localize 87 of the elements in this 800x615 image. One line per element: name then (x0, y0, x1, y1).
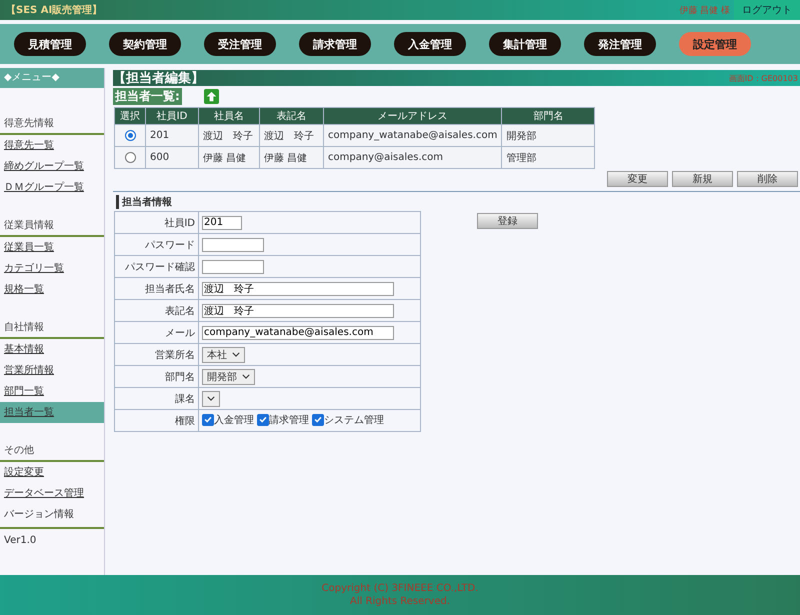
screen-id: 画面ID：GE00103 (728, 72, 798, 84)
sidebar-item[interactable]: データベース管理 (0, 483, 104, 504)
input-field[interactable]: company_watanabe@aisales.com (202, 326, 394, 340)
field-label: 社員ID (114, 212, 198, 234)
logout-button[interactable]: ログアウト (734, 0, 800, 20)
section-heading: 従業員情報 (0, 212, 104, 237)
copyright-text: All Rights Reserved. (350, 595, 450, 608)
table-cell: 600 (146, 146, 198, 168)
column-header: 表記名 (260, 108, 324, 124)
nav-tab[interactable]: 受注管理 (204, 32, 276, 56)
chevron-down-icon (207, 396, 215, 401)
sidebar-item[interactable]: 営業所情報 (0, 360, 104, 381)
up-arrow-icon[interactable] (204, 89, 219, 104)
column-header: 社員ID (146, 108, 198, 124)
sidebar-title: ◆メニュー◆ (0, 68, 104, 88)
field-label: 課名 (114, 388, 198, 410)
nav-tab[interactable]: 発注管理 (584, 32, 656, 56)
section-heading: 得意先情報 (0, 110, 104, 135)
radio-button[interactable] (124, 130, 136, 141)
radio-button[interactable] (124, 152, 136, 163)
sidebar-item[interactable]: ＤＭグループ一覧 (0, 177, 104, 198)
section-heading: その他 (0, 437, 104, 462)
table-cell: 201 (146, 124, 198, 146)
user-name: 伊藤 昌健 様 (679, 4, 730, 16)
input-field[interactable]: 渡辺 玲子 (202, 304, 394, 318)
input-field[interactable]: 201 (202, 216, 242, 230)
nav-tab[interactable]: 契約管理 (109, 32, 181, 56)
select-field[interactable]: 開発部 (202, 368, 255, 384)
sidebar-item[interactable]: 締めグループ一覧 (0, 156, 104, 177)
version-text: Ver1.0 (0, 527, 104, 552)
sidebar-item: バージョン情報 (3, 508, 75, 522)
sidebar-item[interactable]: カテゴリ一覧 (0, 258, 104, 279)
checkbox[interactable] (257, 414, 269, 426)
nav-tab[interactable]: 見積管理 (14, 32, 86, 56)
checkbox-label: システム管理 (324, 414, 384, 427)
sidebar-item[interactable]: 従業員一覧 (0, 237, 104, 258)
action-button[interactable]: 削除 (737, 171, 798, 187)
table-cell: 開発部 (502, 124, 595, 146)
section-heading: 自社情報 (0, 314, 104, 339)
table-cell: 伊藤 昌健 (198, 146, 260, 168)
sidebar-item[interactable]: 設定変更 (0, 462, 104, 483)
nav-tab[interactable]: 入金管理 (394, 32, 466, 56)
select-field[interactable]: 本社 (202, 346, 245, 362)
field-label: 部門名 (114, 366, 198, 388)
form-heading: 担当者情報 (116, 195, 800, 209)
chevron-down-icon (232, 352, 240, 357)
app-title: 【SES AI販売管理】 (6, 4, 104, 17)
sidebar-item[interactable]: 規格一覧 (0, 279, 104, 300)
field-label: パスワード確認 (114, 256, 198, 278)
checkbox[interactable] (202, 414, 214, 426)
field-label: 表記名 (114, 300, 198, 322)
field-label: 権限 (114, 410, 198, 432)
input-field[interactable]: 渡辺 玲子 (202, 282, 394, 296)
column-header: 社員名 (198, 108, 260, 124)
checkbox-label: 入金管理 (214, 414, 254, 427)
checkbox[interactable] (312, 414, 324, 426)
sidebar-item[interactable]: 得意先一覧 (0, 135, 104, 156)
table-cell: 渡辺 玲子 (260, 124, 324, 146)
table-cell: 管理部 (502, 146, 595, 168)
nav-tab[interactable]: 設定管理 (679, 32, 751, 56)
field-label: 営業所名 (114, 344, 198, 366)
nav-tab[interactable]: 集計管理 (489, 32, 561, 56)
checkbox-label: 請求管理 (269, 414, 309, 427)
column-header: メールアドレス (324, 108, 502, 124)
field-label: 担当者氏名 (114, 278, 198, 300)
sidebar-item[interactable]: 基本情報 (0, 339, 104, 360)
copyright-text: Copyright (C) 3FINEEE CO.,LTD. (322, 582, 478, 595)
input-field[interactable] (202, 238, 264, 252)
table-cell: 渡辺 玲子 (198, 124, 260, 146)
input-field[interactable] (202, 260, 264, 274)
field-label: メール (114, 322, 198, 344)
page-title: 【担当者編集】 (113, 70, 205, 87)
action-button[interactable]: 変更 (607, 171, 668, 187)
chevron-down-icon (242, 374, 250, 379)
field-label: パスワード (114, 234, 198, 256)
sidebar-item[interactable]: 部門一覧 (0, 381, 104, 402)
table-cell: company@aisales.com (324, 146, 502, 168)
nav-tab[interactable]: 請求管理 (299, 32, 371, 56)
table-cell: company_watanabe@aisales.com (324, 124, 502, 146)
select-field[interactable] (202, 390, 220, 406)
action-button[interactable]: 新規 (672, 171, 733, 187)
column-header: 選択 (114, 108, 146, 124)
list-heading: 担当者一覧: (113, 88, 182, 105)
table-cell: 伊藤 昌健 (260, 146, 324, 168)
column-header: 部門名 (502, 108, 595, 124)
sidebar-item[interactable]: 担当者一覧 (0, 402, 104, 423)
register-button[interactable]: 登録 (477, 213, 538, 229)
